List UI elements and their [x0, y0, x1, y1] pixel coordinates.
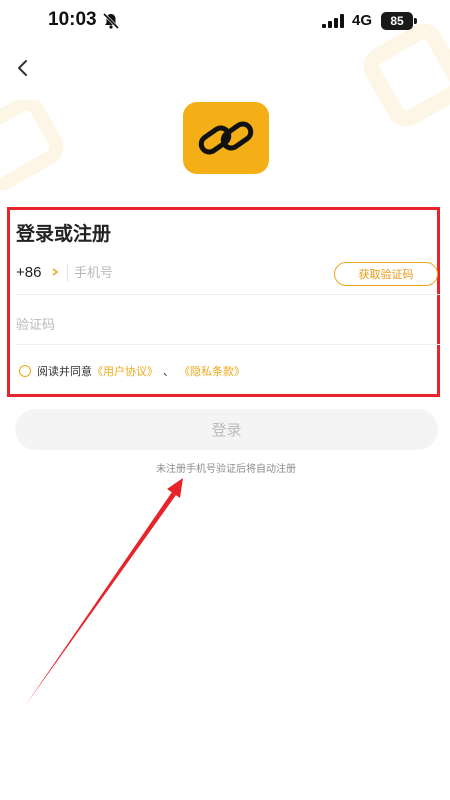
login-button[interactable]: 登录: [15, 409, 438, 450]
app-logo: [183, 102, 269, 174]
status-bar: 10:03 4G 85: [0, 0, 450, 44]
agreement-separator: 、: [163, 365, 174, 378]
battery-tip: [414, 18, 417, 24]
form-title: 登录或注册: [16, 223, 112, 245]
privacy-policy-link[interactable]: 《隐私条款》: [179, 363, 245, 379]
background-decoration-left: [0, 100, 64, 190]
country-code-selector[interactable]: +86: [16, 264, 41, 281]
phone-row: +86 获取验证码: [16, 252, 440, 295]
signal-strength-icon: [322, 14, 344, 28]
chain-link-icon: [198, 121, 254, 155]
user-agreement-link[interactable]: 《用户协议》: [92, 363, 158, 379]
agreement-prefix: 阅读并同意: [37, 365, 92, 378]
battery-indicator: 85: [381, 12, 413, 30]
bell-slash-icon: [102, 12, 120, 30]
chevron-left-icon[interactable]: [10, 54, 38, 82]
get-code-button[interactable]: 获取验证码: [334, 262, 438, 286]
auto-register-note: 未注册手机号验证后将自动注册: [156, 464, 296, 475]
divider: [67, 264, 68, 282]
phone-input[interactable]: [74, 260, 274, 286]
agree-radio[interactable]: [19, 365, 31, 377]
agreement-row: 阅读并同意 《用户协议》 、 《隐私条款》: [19, 362, 245, 380]
code-row: [16, 303, 440, 345]
verification-code-input[interactable]: [16, 312, 316, 338]
chevron-right-icon[interactable]: [51, 267, 59, 277]
network-type: 4G: [352, 12, 373, 29]
status-time: 10:03: [48, 9, 97, 30]
